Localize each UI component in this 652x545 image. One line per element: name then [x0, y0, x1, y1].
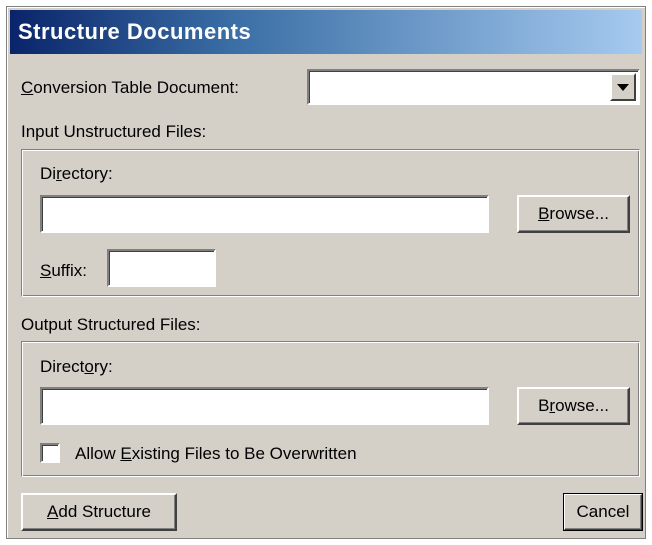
combobox-dropdown-button[interactable]	[610, 73, 636, 101]
input-section-label: Input Unstructured Files:	[21, 122, 207, 141]
output-browse-button[interactable]: Br owse...	[517, 387, 630, 425]
overwrite-checkbox[interactable]	[40, 443, 60, 463]
input-directory-field[interactable]	[40, 195, 489, 233]
cancel-button[interactable]: Cancel	[563, 493, 643, 531]
input-directory-label: Directory:	[40, 164, 113, 183]
add-structure-button[interactable]: Add Structure	[21, 493, 177, 531]
suffix-field[interactable]	[107, 249, 216, 287]
input-browse-button[interactable]: Browse...	[517, 195, 630, 233]
structure-documents-dialog: Structure Documents Conversion Table Doc…	[6, 6, 646, 539]
conversion-table-combobox[interactable]	[307, 69, 640, 105]
output-directory-field[interactable]	[40, 387, 489, 425]
overwrite-checkbox-label[interactable]: Allow Existing Files to Be Overwritten	[75, 444, 357, 464]
output-directory-label: Directory:	[40, 357, 113, 376]
dialog-title: Structure Documents	[10, 10, 642, 54]
conversion-table-label: Conversion Table Document:	[21, 78, 239, 97]
suffix-label: Suffix:	[40, 261, 87, 280]
chevron-down-icon	[617, 83, 629, 91]
output-section-label: Output Structured Files:	[21, 315, 201, 334]
